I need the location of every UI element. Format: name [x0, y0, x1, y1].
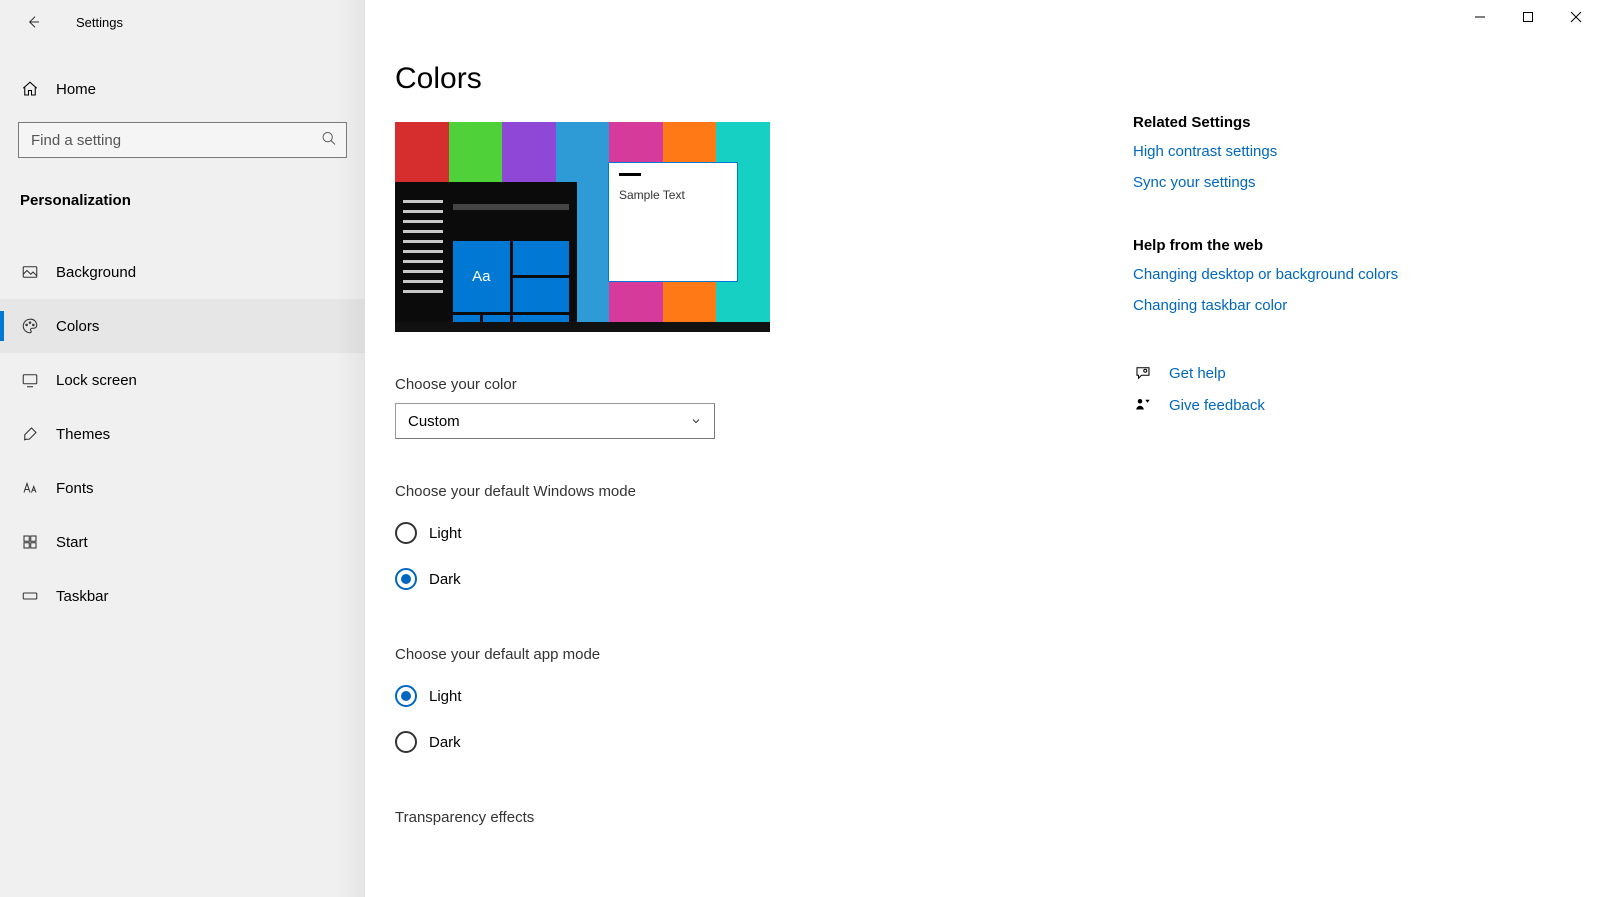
sidebar-item-label: Background: [56, 264, 136, 281]
link-sync-settings[interactable]: Sync your settings: [1133, 174, 1413, 191]
related-panel: Related Settings High contrast settings …: [1133, 114, 1413, 428]
app-mode-label: Choose your default app mode: [395, 646, 1115, 663]
transparency-label: Transparency effects: [395, 809, 1115, 826]
sidebar-item-colors[interactable]: Colors: [0, 299, 365, 353]
font-icon: [20, 479, 40, 497]
picture-icon: [20, 263, 40, 281]
feedback-icon: [1133, 396, 1153, 414]
search-icon: [321, 131, 337, 150]
get-help-row[interactable]: Get help: [1133, 364, 1413, 382]
color-preview: Aa Sample Text: [395, 122, 770, 332]
home-label: Home: [56, 81, 96, 98]
maximize-icon: [1522, 11, 1534, 23]
windows-mode-light-radio[interactable]: Light: [395, 510, 1115, 556]
sidebar-item-start[interactable]: Start: [0, 515, 365, 569]
app-mode-light-radio[interactable]: Light: [395, 673, 1115, 719]
sidebar-item-label: Taskbar: [56, 588, 109, 605]
radio-icon: [395, 731, 417, 753]
radio-label: Dark: [429, 571, 461, 588]
radio-icon: [395, 568, 417, 590]
choose-color-label: Choose your color: [395, 376, 1115, 393]
sidebar-item-fonts[interactable]: Fonts: [0, 461, 365, 515]
minimize-icon: [1474, 11, 1486, 23]
close-icon: [1570, 11, 1582, 23]
monitor-icon: [20, 371, 40, 389]
windows-mode-label: Choose your default Windows mode: [395, 483, 1115, 500]
back-arrow-icon: [25, 14, 41, 30]
section-title: Personalization: [0, 172, 365, 225]
get-help-link: Get help: [1169, 365, 1226, 382]
sidebar-item-lockscreen[interactable]: Lock screen: [0, 353, 365, 407]
radio-label: Dark: [429, 734, 461, 751]
page-title: Colors: [395, 62, 1115, 96]
preview-taskbar: [395, 322, 770, 332]
color-mode-dropdown[interactable]: Custom: [395, 403, 715, 439]
give-feedback-link: Give feedback: [1169, 397, 1265, 414]
preview-start-menu: Aa: [395, 182, 577, 332]
sidebar-item-label: Lock screen: [56, 372, 137, 389]
sidebar-item-background[interactable]: Background: [0, 245, 365, 299]
related-heading: Related Settings: [1133, 114, 1413, 131]
sidebar-item-label: Fonts: [56, 480, 94, 497]
minimize-button[interactable]: [1456, 0, 1504, 34]
radio-icon: [395, 522, 417, 544]
preview-window: Sample Text: [608, 162, 738, 282]
search-input[interactable]: [18, 122, 347, 158]
app-title: Settings: [76, 15, 123, 30]
link-changing-taskbar[interactable]: Changing taskbar color: [1133, 297, 1413, 314]
maximize-button[interactable]: [1504, 0, 1552, 34]
sidebar-item-themes[interactable]: Themes: [0, 407, 365, 461]
sidebar-item-taskbar[interactable]: Taskbar: [0, 569, 365, 623]
sidebar-item-label: Themes: [56, 426, 110, 443]
home-icon: [20, 80, 40, 98]
back-button[interactable]: [18, 7, 48, 37]
chevron-down-icon: [690, 415, 702, 427]
taskbar-icon: [20, 587, 40, 605]
app-mode-group: Light Dark: [395, 673, 1115, 765]
chat-help-icon: [1133, 364, 1153, 382]
grid-icon: [20, 533, 40, 551]
link-changing-desktop[interactable]: Changing desktop or background colors: [1133, 266, 1413, 283]
link-high-contrast[interactable]: High contrast settings: [1133, 143, 1413, 160]
give-feedback-row[interactable]: Give feedback: [1133, 396, 1413, 414]
brush-icon: [20, 425, 40, 443]
windows-mode-group: Light Dark: [395, 510, 1115, 602]
windows-mode-dark-radio[interactable]: Dark: [395, 556, 1115, 602]
main-content: Colors Aa: [365, 0, 1600, 897]
sidebar-item-label: Start: [56, 534, 88, 551]
close-button[interactable]: [1552, 0, 1600, 34]
radio-icon: [395, 685, 417, 707]
nav-list: Background Colors Lock screen Themes Fon…: [0, 245, 365, 623]
sidebar-item-label: Colors: [56, 318, 99, 335]
preview-tile-glyph: Aa: [453, 241, 510, 312]
radio-label: Light: [429, 688, 462, 705]
radio-label: Light: [429, 525, 462, 542]
app-mode-dark-radio[interactable]: Dark: [395, 719, 1115, 765]
preview-sample-text: Sample Text: [619, 188, 727, 202]
palette-icon: [20, 317, 40, 335]
help-heading: Help from the web: [1133, 237, 1413, 254]
color-mode-value: Custom: [408, 413, 460, 430]
home-link[interactable]: Home: [0, 68, 365, 110]
sidebar: Settings Home Personalization Background…: [0, 0, 365, 897]
